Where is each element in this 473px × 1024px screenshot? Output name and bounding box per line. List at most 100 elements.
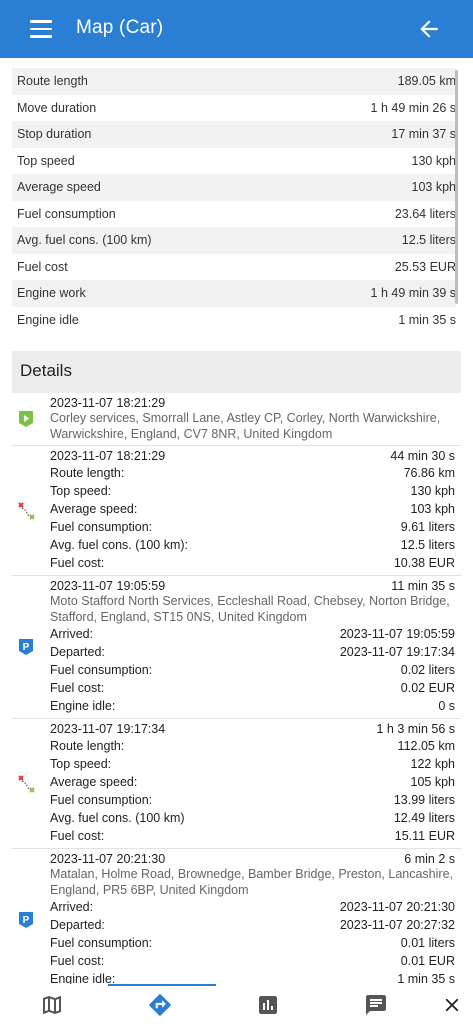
detail-header: 2023-11-07 18:21:29 44 min 30 s bbox=[50, 449, 461, 464]
stat-row: Avg. fuel cons. (100 km) 12.5 liters bbox=[12, 227, 456, 254]
detail-duration: 44 min 30 s bbox=[390, 449, 455, 463]
detail-row-label: Fuel cost: bbox=[50, 556, 105, 570]
detail-row: Fuel consumption: 13.99 liters bbox=[50, 791, 461, 809]
detail-row: Route length: 76.86 km bbox=[50, 464, 461, 482]
detail-time: 2023-11-07 18:21:29 bbox=[50, 396, 166, 410]
detail-row-label: Avg. fuel cons. (100 km): bbox=[50, 538, 189, 552]
stat-label: Fuel consumption bbox=[17, 206, 116, 221]
close-icon bbox=[445, 998, 459, 1012]
detail-row-label: Top speed: bbox=[50, 757, 112, 771]
detail-row-label: Engine idle: bbox=[50, 699, 116, 713]
detail-row-value: 1 min 35 s bbox=[397, 972, 455, 984]
trip-route-icon bbox=[17, 774, 35, 793]
route-icon bbox=[149, 994, 171, 1016]
detail-row-value: 13.99 liters bbox=[393, 793, 455, 807]
stat-label: Stop duration bbox=[17, 127, 92, 142]
detail-row-value: 112.05 km bbox=[397, 739, 455, 753]
detail-row-label: Fuel cost: bbox=[50, 829, 105, 843]
stat-row: Average speed 103 kph bbox=[12, 174, 456, 201]
detail-item-parking[interactable]: P 2023-11-07 19:05:59 11 min 35 s Moto Staf… bbox=[12, 576, 461, 719]
map-icon bbox=[43, 996, 61, 1014]
scrollbar[interactable] bbox=[455, 70, 458, 304]
stat-row: Move duration 1 h 49 min 26 s bbox=[12, 95, 456, 122]
detail-row-label: Engine idle: bbox=[50, 972, 116, 984]
app-bar: Map (Car) bbox=[0, 0, 473, 58]
detail-row-label: Fuel consumption: bbox=[50, 936, 153, 950]
detail-header: 2023-11-07 19:05:59 11 min 35 s bbox=[50, 579, 461, 594]
stat-label: Engine idle bbox=[17, 312, 79, 327]
detail-item-trip[interactable]: 2023-11-07 18:21:29 44 min 30 s Route leng… bbox=[12, 446, 461, 576]
content-scroll[interactable]: Route length 189.05 km Move duration 1 h 49… bbox=[0, 58, 473, 984]
detail-header: 2023-11-07 19:17:34 1 h 3 min 56 s bbox=[50, 722, 461, 737]
stat-row: Top speed 130 kph bbox=[12, 148, 456, 175]
reports-tab[interactable] bbox=[253, 990, 283, 1020]
message-icon bbox=[366, 995, 386, 1015]
stat-label: Avg. fuel cons. (100 km) bbox=[17, 233, 152, 248]
stat-value: 17 min 37 s bbox=[391, 127, 456, 142]
detail-row: Engine idle: 0 s bbox=[50, 697, 461, 715]
detail-time: 2023-11-07 19:05:59 bbox=[50, 579, 166, 593]
detail-row-value: 0.02 liters bbox=[400, 663, 455, 677]
stat-row: Engine work 1 h 49 min 39 s bbox=[12, 280, 456, 307]
detail-row-label: Fuel consumption: bbox=[50, 663, 153, 677]
stat-row: Engine idle 1 min 35 s bbox=[12, 307, 456, 334]
detail-row: Fuel consumption: 9.61 liters bbox=[50, 518, 461, 536]
detail-row: Top speed: 122 kph bbox=[50, 755, 461, 773]
detail-address: Corley services, Smorrall Lane, Astley C… bbox=[50, 411, 441, 441]
detail-row-value: 0.02 EUR bbox=[400, 681, 455, 695]
stat-row: Route length 189.05 km bbox=[12, 68, 456, 95]
detail-row-value: 2023-11-07 20:21:30 bbox=[339, 900, 455, 914]
detail-row: Arrived: 2023-11-07 20:21:30 bbox=[50, 898, 461, 916]
menu-icon[interactable] bbox=[30, 20, 52, 38]
detail-item-start[interactable]: 2023-11-07 18:21:29 Corley services, Smor… bbox=[12, 393, 461, 446]
detail-row: Departed: 2023-11-07 19:17:34 bbox=[50, 643, 461, 661]
selected-tab-indicator bbox=[108, 984, 216, 986]
details-header: Details bbox=[12, 351, 461, 393]
route-tab[interactable] bbox=[145, 990, 175, 1020]
stat-label: Top speed bbox=[17, 153, 75, 168]
detail-duration: 11 min 35 s bbox=[391, 579, 455, 593]
detail-row: Fuel cost: 15.11 EUR bbox=[50, 827, 461, 845]
detail-row: Departed: 2023-11-07 20:27:32 bbox=[50, 916, 461, 934]
stat-value: 130 kph bbox=[411, 153, 456, 168]
detail-time: 2023-11-07 18:21:29 bbox=[50, 449, 166, 463]
parking-icon: P bbox=[17, 638, 35, 656]
detail-row-value: 2023-11-07 19:17:34 bbox=[339, 645, 455, 659]
stat-value: 1 h 49 min 39 s bbox=[370, 286, 456, 301]
detail-row-label: Avg. fuel cons. (100 km) bbox=[50, 811, 185, 825]
detail-row: Fuel cost: 10.38 EUR bbox=[50, 554, 461, 572]
detail-address: Moto Stafford North Services, Eccleshall… bbox=[50, 594, 450, 624]
messages-tab[interactable] bbox=[361, 990, 391, 1020]
chart-icon bbox=[259, 996, 277, 1014]
stat-value: 23.64 liters bbox=[394, 206, 456, 221]
detail-row-label: Average speed: bbox=[50, 775, 138, 789]
detail-item-trip[interactable]: 2023-11-07 19:17:34 1 h 3 min 56 s Route l… bbox=[12, 719, 461, 849]
stat-value: 103 kph bbox=[411, 180, 456, 195]
stat-label: Fuel cost bbox=[17, 259, 68, 274]
detail-item-parking[interactable]: P 2023-11-07 20:21:30 6 min 2 s Matalan, Ho… bbox=[12, 849, 461, 984]
stat-value: 189.05 km bbox=[397, 74, 456, 89]
detail-row-label: Fuel cost: bbox=[50, 954, 105, 968]
detail-row-value: 122 kph bbox=[410, 757, 455, 771]
detail-row: Average speed: 105 kph bbox=[50, 773, 461, 791]
detail-row-label: Fuel consumption: bbox=[50, 520, 153, 534]
close-tab[interactable] bbox=[437, 990, 467, 1020]
detail-address: Matalan, Holme Road, Brownedge, Bamber B… bbox=[50, 867, 453, 897]
detail-row-value: 2023-11-07 19:05:59 bbox=[339, 627, 455, 641]
detail-row-label: Route length: bbox=[50, 466, 125, 480]
detail-row-label: Average speed: bbox=[50, 502, 138, 516]
detail-row-value: 12.49 liters bbox=[393, 811, 455, 825]
summary-stats: Route length 189.05 km Move duration 1 h 49… bbox=[12, 68, 456, 333]
detail-row-value: 0.01 liters bbox=[400, 936, 455, 950]
stat-label: Move duration bbox=[17, 100, 97, 115]
page-title: Map (Car) bbox=[76, 17, 164, 38]
detail-row-value: 0.01 EUR bbox=[400, 954, 455, 968]
map-tab[interactable] bbox=[37, 990, 67, 1020]
detail-row-label: Fuel cost: bbox=[50, 681, 105, 695]
detail-row-value: 103 kph bbox=[410, 502, 455, 516]
detail-row-value: 105 kph bbox=[410, 775, 455, 789]
stat-label: Route length bbox=[17, 74, 88, 89]
back-arrow-icon[interactable] bbox=[416, 16, 442, 42]
detail-row: Avg. fuel cons. (100 km): 12.5 liters bbox=[50, 536, 461, 554]
detail-time: 2023-11-07 19:17:34 bbox=[50, 722, 166, 736]
